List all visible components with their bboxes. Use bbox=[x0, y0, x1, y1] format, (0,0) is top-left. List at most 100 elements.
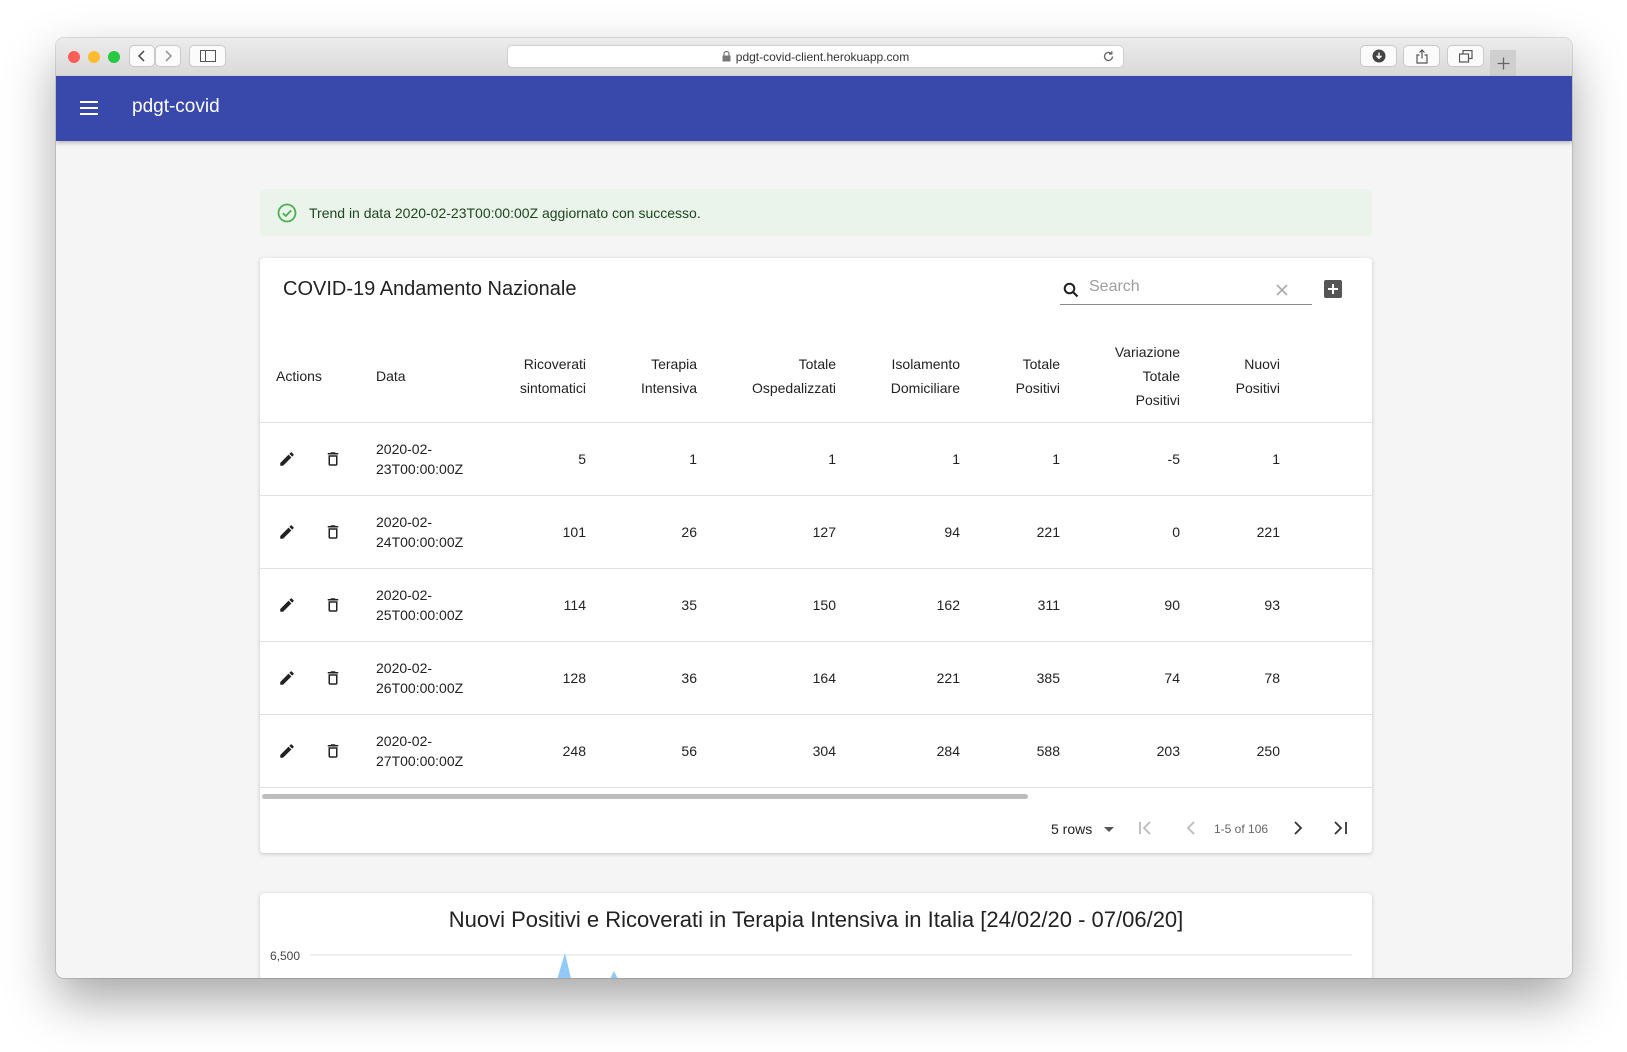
cell-positivi: 1 bbox=[976, 422, 1076, 496]
address-bar[interactable]: pdgt-covid-client.herokuapp.com bbox=[507, 45, 1124, 68]
table-row: 2020-02- 26T00:00:00Z 128 36 164 221 385 74 78 bbox=[260, 641, 1372, 715]
cell-variazione: 203 bbox=[1076, 714, 1196, 788]
row-actions bbox=[260, 495, 360, 569]
delete-icon[interactable] bbox=[324, 742, 342, 760]
delete-icon[interactable] bbox=[324, 596, 342, 614]
cell-ospedalizzati: 304 bbox=[713, 714, 852, 788]
cell-data: 2020-02- 23T00:00:00Z bbox=[360, 422, 477, 496]
chart-plot-area bbox=[310, 953, 1352, 978]
add-row-icon[interactable] bbox=[1324, 280, 1342, 298]
column-header-variazione[interactable]: Variazione Totale Positivi bbox=[1076, 329, 1196, 423]
cell-positivi: 221 bbox=[976, 495, 1076, 569]
downloads-button[interactable] bbox=[1360, 45, 1397, 67]
cell-data: 2020-02- 27T00:00:00Z bbox=[360, 714, 477, 788]
app-title: pdgt-covid bbox=[132, 96, 220, 117]
row-actions bbox=[260, 714, 360, 788]
table-row: 2020-02- 23T00:00:00Z 5 1 1 1 1 -5 1 bbox=[260, 422, 1372, 496]
cell-data: 2020-02- 26T00:00:00Z bbox=[360, 641, 477, 715]
back-button[interactable] bbox=[129, 45, 155, 67]
cell-ricoverati: 128 bbox=[477, 641, 602, 715]
cell-variazione: 74 bbox=[1076, 641, 1196, 715]
cell-ospedalizzati: 150 bbox=[713, 568, 852, 642]
cell-ricoverati: 101 bbox=[477, 495, 602, 569]
column-header-data[interactable]: Data bbox=[360, 329, 477, 423]
browser-toolbar: pdgt-covid-client.herokuapp.com bbox=[56, 38, 1572, 77]
success-alert: Trend in data 2020-02-23T00:00:00Z aggio… bbox=[260, 189, 1372, 236]
trend-table-card: COVID-19 Andamento Nazionale Search Acti… bbox=[260, 258, 1372, 853]
cell-positivi: 385 bbox=[976, 641, 1076, 715]
cell-isolamento: 94 bbox=[852, 495, 976, 569]
chevron-left-icon bbox=[137, 50, 145, 62]
minimize-window-button[interactable] bbox=[88, 51, 100, 63]
cell-variazione: -5 bbox=[1076, 422, 1196, 496]
cell-terapia: 56 bbox=[602, 714, 713, 788]
cell-data: 2020-02- 25T00:00:00Z bbox=[360, 568, 477, 642]
delete-icon[interactable] bbox=[324, 523, 342, 541]
edit-icon[interactable] bbox=[278, 742, 296, 760]
table-row: 2020-02- 27T00:00:00Z 248 56 304 284 588 203 250 bbox=[260, 714, 1372, 788]
cell-ospedalizzati: 164 bbox=[713, 641, 852, 715]
cell-terapia: 1 bbox=[602, 422, 713, 496]
tabs-overview-button[interactable] bbox=[1447, 45, 1484, 67]
cell-ricoverati: 114 bbox=[477, 568, 602, 642]
sidebar-icon bbox=[199, 50, 216, 62]
table-header-row: Actions Data Ricoverati sintomatici Terap… bbox=[260, 329, 1372, 423]
url-text: pdgt-covid-client.herokuapp.com bbox=[735, 49, 910, 64]
row-actions bbox=[260, 568, 360, 642]
reload-icon[interactable] bbox=[1102, 50, 1115, 63]
row-actions bbox=[260, 422, 360, 496]
menu-icon[interactable] bbox=[80, 101, 100, 115]
next-page-icon[interactable] bbox=[1292, 819, 1304, 837]
cell-ricoverati: 5 bbox=[477, 422, 602, 496]
column-header-isolamento[interactable]: Isolamento Domiciliare bbox=[852, 329, 976, 423]
cell-positivi: 588 bbox=[976, 714, 1076, 788]
alert-message: Trend in data 2020-02-23T00:00:00Z aggio… bbox=[309, 204, 701, 221]
rows-per-page-select[interactable]: 5 rows bbox=[1051, 821, 1115, 837]
cell-isolamento: 1 bbox=[852, 422, 976, 496]
column-header-ospedalizzati[interactable]: Totale Ospedalizzati bbox=[713, 329, 852, 423]
cell-overflow bbox=[1296, 641, 1372, 715]
delete-icon[interactable] bbox=[324, 450, 342, 468]
edit-icon[interactable] bbox=[278, 596, 296, 614]
zoom-window-button[interactable] bbox=[108, 51, 120, 63]
column-header-ricoverati[interactable]: Ricoverati sintomatici bbox=[477, 329, 602, 423]
app-bar: pdgt-covid bbox=[56, 76, 1572, 141]
cell-isolamento: 221 bbox=[852, 641, 976, 715]
edit-icon[interactable] bbox=[278, 523, 296, 541]
cell-ospedalizzati: 1 bbox=[713, 422, 852, 496]
cell-positivi: 311 bbox=[976, 568, 1076, 642]
delete-icon[interactable] bbox=[324, 669, 342, 687]
clear-search-icon[interactable] bbox=[1276, 284, 1288, 296]
forward-button[interactable] bbox=[155, 45, 181, 67]
edit-icon[interactable] bbox=[278, 450, 296, 468]
chevron-right-icon bbox=[165, 50, 173, 62]
new-tab-button[interactable] bbox=[1490, 50, 1516, 76]
table-row: 2020-02- 24T00:00:00Z 101 26 127 94 221 0 221 bbox=[260, 495, 1372, 569]
download-icon bbox=[1372, 49, 1385, 63]
chart-card: Nuovi Positivi e Ricoverati in Terapia I… bbox=[260, 893, 1372, 978]
cell-overflow bbox=[1296, 422, 1372, 496]
pagination-bar: 5 rows 1-5 of 106 bbox=[260, 805, 1372, 853]
column-header-positivi[interactable]: Totale Positivi bbox=[976, 329, 1076, 423]
search-field[interactable]: Search bbox=[1060, 274, 1312, 305]
previous-page-icon[interactable] bbox=[1185, 819, 1197, 837]
cell-nuovi: 221 bbox=[1196, 495, 1296, 569]
last-page-icon[interactable] bbox=[1332, 819, 1348, 837]
cell-terapia: 26 bbox=[602, 495, 713, 569]
close-window-button[interactable] bbox=[68, 51, 80, 63]
nuovi-positivi-area-peak bbox=[610, 971, 618, 978]
share-button[interactable] bbox=[1403, 45, 1440, 67]
table-title: COVID-19 Andamento Nazionale bbox=[283, 278, 577, 300]
column-header-nuovi[interactable]: Nuovi Positivi bbox=[1196, 329, 1296, 423]
cell-nuovi: 78 bbox=[1196, 641, 1296, 715]
search-input[interactable]: Search bbox=[1089, 278, 1140, 296]
column-header-overflow bbox=[1296, 329, 1372, 423]
cell-isolamento: 284 bbox=[852, 714, 976, 788]
first-page-icon[interactable] bbox=[1138, 819, 1154, 837]
sidebar-toggle-button[interactable] bbox=[189, 45, 226, 67]
cell-nuovi: 1 bbox=[1196, 422, 1296, 496]
column-header-terapia[interactable]: Terapia Intensiva bbox=[602, 329, 713, 423]
table-row: 2020-02- 25T00:00:00Z 114 35 150 162 311 90 93 bbox=[260, 568, 1372, 642]
edit-icon[interactable] bbox=[278, 669, 296, 687]
horizontal-scrollbar[interactable] bbox=[262, 794, 1028, 799]
